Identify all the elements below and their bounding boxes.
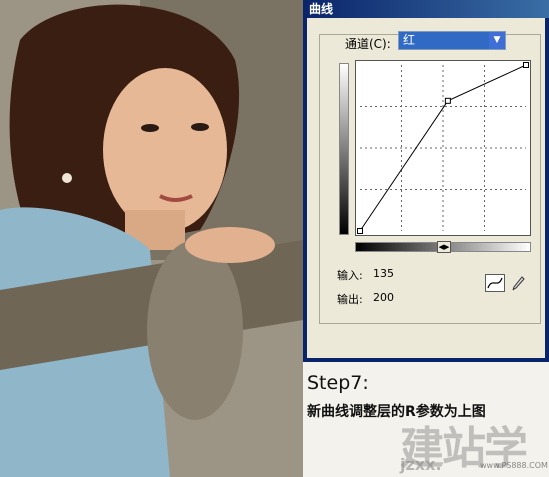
step-title: Step7: xyxy=(307,372,369,394)
watermark-url: jzxx. xyxy=(400,455,442,474)
dialog-client-area: 通道(C): 红 ▼ ◀▶ 输入: 135 输出: 200 xyxy=(307,18,545,358)
curve-graph[interactable] xyxy=(355,60,531,236)
photo-preview xyxy=(0,0,303,477)
curve-svg xyxy=(357,62,529,234)
output-gradient-bar xyxy=(339,63,349,235)
channel-label: 通道(C): xyxy=(345,37,391,51)
curve-grid xyxy=(360,65,526,231)
expand-toggle-button[interactable]: ◀▶ xyxy=(437,241,451,253)
curve-control-point[interactable] xyxy=(523,62,529,68)
pencil-tool-icon[interactable] xyxy=(511,275,525,291)
curve-points xyxy=(357,62,529,234)
channel-select[interactable]: 红 ▼ xyxy=(398,31,506,50)
curve-tool-icon[interactable] xyxy=(485,274,505,292)
output-label: 输出: xyxy=(337,293,363,306)
input-value[interactable]: 135 xyxy=(373,267,394,280)
output-value[interactable]: 200 xyxy=(373,291,394,304)
curves-dialog: 曲线 通道(C): 红 ▼ ◀▶ 输入: 135 输出: 200 xyxy=(303,0,549,362)
curve-control-point[interactable] xyxy=(444,97,451,104)
input-label: 输入: xyxy=(337,269,363,282)
photo-illustration xyxy=(0,0,303,477)
watermark-small: www.PS888.COM xyxy=(480,461,548,470)
chevron-down-icon[interactable]: ▼ xyxy=(489,32,505,49)
curve-control-point[interactable] xyxy=(357,228,363,234)
dialog-title: 曲线 xyxy=(303,0,549,18)
channel-value: 红 xyxy=(399,32,489,49)
